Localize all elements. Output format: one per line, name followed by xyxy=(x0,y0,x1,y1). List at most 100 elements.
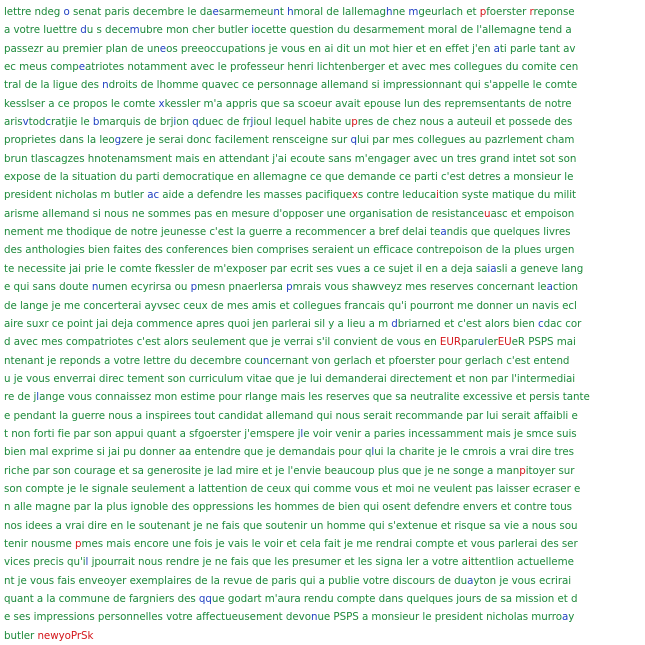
text-segment: aire suxr ce point jai deja commence apr… xyxy=(4,317,392,330)
text-segment: par xyxy=(460,336,478,349)
text-line: tral de la ligue des ndroits de lhomme q… xyxy=(4,76,642,94)
text-segment: son compte je le signale seulement a lat… xyxy=(4,482,581,495)
text-segment: briarned et c'est alors bien xyxy=(397,317,539,330)
text-line: des anthologies bien faites des conferen… xyxy=(4,241,642,259)
text-segment: a votre luettre xyxy=(4,24,81,37)
text-segment: ue godart m'aura rendu compte dans quelq… xyxy=(211,593,578,605)
text-line: n alle magne par la plus ignoble des opp… xyxy=(4,498,642,516)
text-segment: s contre leduca xyxy=(357,189,437,202)
text-segment: dac cor xyxy=(543,317,582,330)
text-segment: passezr au premier plan de un xyxy=(4,42,160,55)
text-line: d avec mes compatriotes c'est alors seul… xyxy=(4,333,642,351)
text-segment: e ses impressions personnelles votre aff… xyxy=(4,611,311,624)
text-line: te necessite jai prie le comte fkessler … xyxy=(4,260,642,278)
text-segment: nos idees a vrai dire en le soutenant je… xyxy=(4,519,578,532)
text-segment: geurlach et xyxy=(418,6,480,18)
text-line: butler newyoPrSk xyxy=(4,627,642,645)
text-segment: des anthologies bien faites des conferen… xyxy=(4,244,575,257)
text-segment: tion syste matique du milit xyxy=(438,189,576,202)
text-segment: tenir nousme xyxy=(4,537,75,550)
text-line: re de jlange vous connaissez mon estime … xyxy=(4,388,642,406)
text-segment: kesslser a ce propos le comte xyxy=(4,97,159,110)
text-line: t non forti fie par son appui quant a sf… xyxy=(4,425,642,443)
text-segment: ction xyxy=(552,281,578,294)
text-segment: moral de lallemag xyxy=(293,6,386,18)
text-segment: d avec mes compatriotes c'est alors seul… xyxy=(4,336,440,349)
text-segment: de lange je me concerterai ayvsec ceux d… xyxy=(4,299,577,312)
text-segment: ntenant je reponds a votre lettre du dec… xyxy=(4,354,263,367)
text-segment: sarmemeu xyxy=(218,6,274,18)
text-segment: riche par son courage et sa generosite j… xyxy=(4,464,520,477)
text-segment: butler xyxy=(4,629,38,642)
text-segment: ubre mon cher butler xyxy=(139,24,252,37)
text-segment: newyoPrSk xyxy=(37,629,94,642)
text-segment: zere je serai donc facilement rensceigne… xyxy=(121,134,351,147)
text-segment: aris xyxy=(4,116,23,129)
text-line: son compte je le signale seulement a lat… xyxy=(4,480,642,498)
text-segment: umen ecyrirsa ou xyxy=(98,281,191,294)
text-line: nos idees a vrai dire en le soutenant je… xyxy=(4,517,642,535)
text-segment: mes mais encore une fois je vais le voir… xyxy=(81,537,578,550)
text-segment: ne xyxy=(392,6,409,18)
text-segment: kessler m'a appris que sa scoeur avait e… xyxy=(164,97,572,110)
text-line: e ses impressions personnelles votre aff… xyxy=(4,608,642,626)
text-line: tenir nousme pmes mais encore une fois j… xyxy=(4,535,642,553)
text-line: expose de la situation du parti democrat… xyxy=(4,168,642,186)
text-segment: t xyxy=(279,6,288,18)
text-line: proprietes dans la leogzere je serai don… xyxy=(4,131,642,149)
text-segment: eR PSPS mai xyxy=(511,336,576,349)
text-line: nt je vous fais enveoyer exemplaires de … xyxy=(4,572,642,590)
text-segment: arisme allemand si nous ne sommes pas en… xyxy=(4,207,484,220)
text-line: arisme allemand si nous ne sommes pas en… xyxy=(4,205,642,223)
text-line: brun tlascagzes hnotenamsment mais en at… xyxy=(4,150,642,168)
text-line: quant a la commune de fargniers des qque… xyxy=(4,590,642,608)
text-segment: ndis que quelques livres xyxy=(446,226,571,239)
text-segment: itoyer sur xyxy=(525,464,575,477)
text-line: de lange je me concerterai ayvsec ceux d… xyxy=(4,297,642,315)
text-segment: proprietes dans la leo xyxy=(4,134,115,147)
text-segment: u s dece xyxy=(86,24,130,37)
text-segment: ti parle tant av xyxy=(499,42,576,55)
text-line: president nicholas m butler ac aide a de… xyxy=(4,186,642,204)
letter-transcription: lettre ndeg o senat paris decembre le da… xyxy=(4,3,642,645)
text-segment: ec meus comp xyxy=(4,61,79,74)
text-line: e qui sans doute numen ecyrirsa ou pmesn… xyxy=(4,278,642,296)
text-segment: e pendant la guerre nous a inspirees tou… xyxy=(4,409,578,422)
text-segment: tral de la ligue des xyxy=(4,79,103,92)
text-segment: foerster xyxy=(486,6,530,18)
text-segment: lui par mes collegues au pazrlement cham xyxy=(356,134,575,147)
text-segment: ttentlion actuelleme xyxy=(470,556,574,569)
text-segment: brun tlascagzes hnotenamsment mais en at… xyxy=(4,152,577,165)
text-segment: t non forti fie par son appui quant a sf… xyxy=(4,427,301,440)
text-segment: mesn pnaerlersa xyxy=(197,281,287,294)
text-segment: jpourrait nous rendre je ne fais que les… xyxy=(88,556,468,569)
text-segment: te necessite jai prie le comte fkessler … xyxy=(4,262,488,275)
text-segment: e voir venir a paries incessamment mais … xyxy=(303,427,577,440)
text-line: kesslser a ce propos le comte xkessler m… xyxy=(4,95,642,113)
text-segment: EU xyxy=(497,336,512,349)
text-segment: reponse xyxy=(533,6,575,18)
text-segment: os preeoccupations je vous en ai dit un … xyxy=(166,42,494,55)
text-segment: aide a defendre les masses pacifique xyxy=(159,189,352,202)
text-segment: y xyxy=(568,611,575,624)
text-segment: senat paris decembre le da xyxy=(69,6,213,18)
text-segment: vices precis qu'i xyxy=(4,556,86,569)
text-segment: droits de lhomme quavec ce personnage al… xyxy=(108,79,578,92)
text-segment: atriotes notamment avec le professeur he… xyxy=(85,61,579,74)
text-segment: nt je vous fais enveoyer exemplaires de … xyxy=(4,574,468,587)
text-segment: ler xyxy=(484,336,498,349)
text-segment: on xyxy=(176,116,193,129)
text-segment: ui la charite je le cmrois a vrai dire t… xyxy=(374,446,574,459)
text-line: arisvtodcratjie le bmarquis de brjion qd… xyxy=(4,113,642,131)
text-line: vices precis qu'il jpourrait nous rendre… xyxy=(4,553,642,571)
text-segment: ratjie le xyxy=(50,116,93,129)
text-segment: president nicholas m butler xyxy=(4,189,148,202)
text-line: ntenant je reponds a votre lettre du dec… xyxy=(4,352,642,370)
text-line: passezr au premier plan de uneos preeocc… xyxy=(4,40,642,58)
text-segment: tod xyxy=(28,116,46,129)
text-segment: yton je vous ecrirai xyxy=(473,574,572,587)
text-segment: ange vous connaissez mon estime pour rla… xyxy=(39,391,590,404)
text-segment: asc et empoison xyxy=(490,207,575,220)
text-segment: sli a geneve lang xyxy=(496,262,584,275)
text-segment: marquis de brj xyxy=(99,116,174,129)
